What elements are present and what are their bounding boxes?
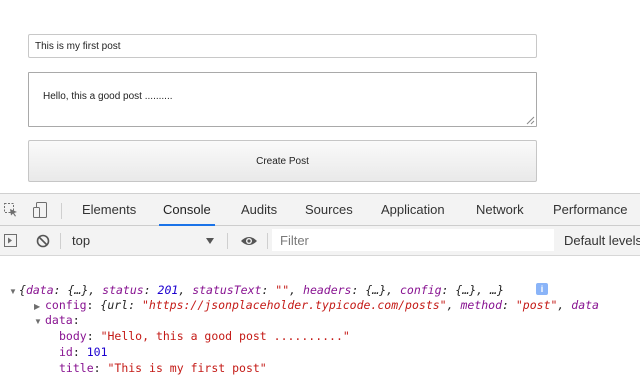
config-row[interactable]: config: {url: "https://jsonplaceholder.t…: [45, 298, 599, 312]
response-summary-row[interactable]: {data: {…}, status: 201, statusText: "",…: [19, 283, 504, 297]
post-body-textarea[interactable]: Hello, this a good post ..........: [28, 72, 537, 127]
inspect-element-icon[interactable]: [4, 203, 18, 217]
tab-separator: [61, 203, 62, 219]
tab-network[interactable]: Network: [476, 194, 524, 225]
collapsed-triangle-icon[interactable]: ▶: [34, 302, 40, 311]
clear-console-icon[interactable]: [36, 234, 50, 248]
console-toolbar: top Default levels: [0, 226, 640, 256]
data-body-field: body: "Hello, this a good post .........…: [59, 329, 350, 343]
toolbar-separator: [267, 233, 268, 249]
log-levels-dropdown[interactable]: Default levels: [564, 233, 640, 248]
live-expression-eye-icon[interactable]: [240, 235, 258, 247]
device-toolbar-icon[interactable]: [33, 202, 47, 218]
tab-sources[interactable]: Sources: [305, 194, 353, 225]
create-post-button[interactable]: Create Post: [28, 140, 537, 182]
toolbar-separator: [227, 233, 228, 249]
create-post-form: Hello, this a good post .......... Creat…: [0, 0, 640, 192]
toolbar-separator: [60, 233, 61, 249]
data-row[interactable]: data:: [45, 313, 80, 327]
resize-grip-icon[interactable]: [526, 116, 535, 125]
data-id-field: id: 101: [59, 345, 108, 359]
console-filter-input[interactable]: [272, 229, 554, 251]
expanded-triangle-icon[interactable]: ▼: [9, 287, 17, 296]
tab-performance[interactable]: Performance: [553, 194, 627, 225]
data-title-field: title: "This is my first post": [59, 361, 267, 375]
tab-elements[interactable]: Elements: [82, 194, 136, 225]
info-icon[interactable]: i: [536, 283, 548, 295]
devtools-tab-bar: Elements Console Audits Sources Applicat…: [0, 193, 640, 226]
tab-console[interactable]: Console: [159, 194, 215, 226]
context-selector[interactable]: top: [72, 233, 90, 248]
tab-audits[interactable]: Audits: [241, 194, 277, 225]
post-title-input[interactable]: [28, 34, 537, 58]
chevron-down-icon[interactable]: [206, 238, 214, 244]
tab-application[interactable]: Application: [381, 194, 445, 225]
expanded-triangle-icon[interactable]: ▼: [34, 317, 42, 326]
sidebar-toggle-icon[interactable]: [4, 234, 17, 247]
